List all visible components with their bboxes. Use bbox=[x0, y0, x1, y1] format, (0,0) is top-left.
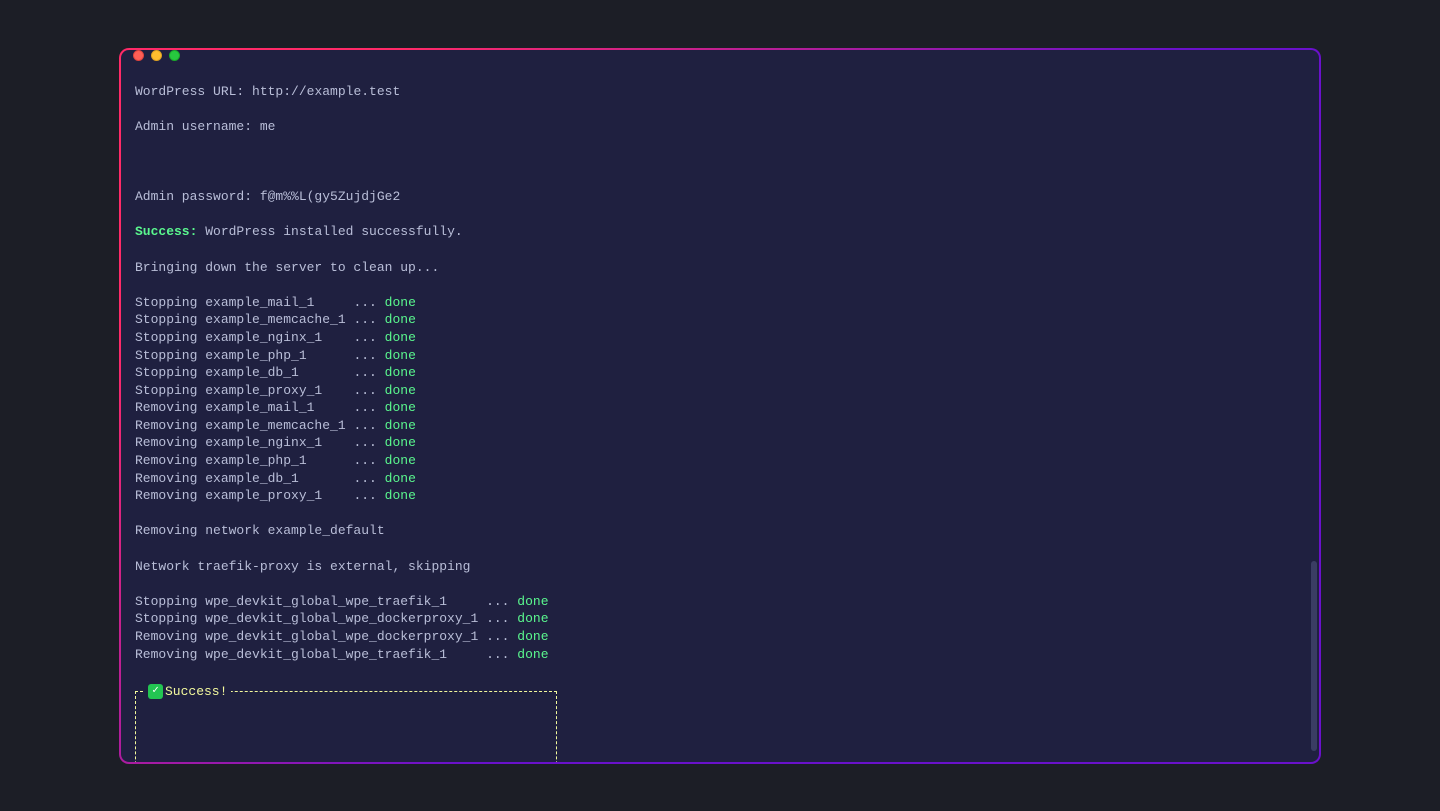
container-op-line: Stopping example_nginx_1 ... done bbox=[135, 329, 1305, 347]
output-line: Bringing down the server to clean up... bbox=[135, 259, 1305, 277]
check-icon: ✓ bbox=[148, 684, 163, 699]
output-line bbox=[135, 153, 1305, 171]
output-line: Network traefik-proxy is external, skipp… bbox=[135, 558, 1305, 576]
container-op-line: Removing example_proxy_1 ... done bbox=[135, 487, 1305, 505]
wp-url-value: http://example.test bbox=[252, 84, 400, 99]
success-box-label: ✓Success! bbox=[144, 683, 231, 701]
container-op-line: Stopping example_memcache_1 ... done bbox=[135, 311, 1305, 329]
success-box: ✓Success! Run cd example then wpe start … bbox=[135, 691, 557, 764]
success-box-title: Success! bbox=[165, 683, 227, 701]
status-done: done bbox=[385, 365, 416, 380]
container-op-line: Removing example_memcache_1 ... done bbox=[135, 417, 1305, 435]
container-op-line: Stopping example_db_1 ... done bbox=[135, 364, 1305, 382]
admin-user-value: me bbox=[260, 119, 276, 134]
container-op-line: Removing example_php_1 ... done bbox=[135, 452, 1305, 470]
window-minimize-button[interactable] bbox=[151, 50, 162, 61]
status-done: done bbox=[385, 471, 416, 486]
status-done: done bbox=[517, 611, 548, 626]
scrollbar[interactable] bbox=[1311, 561, 1317, 751]
status-done: done bbox=[385, 435, 416, 450]
terminal-window: WordPress URL: http://example.test Admin… bbox=[119, 48, 1321, 764]
status-done: done bbox=[385, 488, 416, 503]
output-line: Removing network example_default bbox=[135, 522, 1305, 540]
container-op-line: Removing example_mail_1 ... done bbox=[135, 399, 1305, 417]
status-done: done bbox=[385, 312, 416, 327]
output-line: Success: WordPress installed successfull… bbox=[135, 223, 1305, 241]
container-op-line: Stopping wpe_devkit_global_wpe_dockerpro… bbox=[135, 610, 1305, 628]
status-done: done bbox=[385, 383, 416, 398]
install-success-msg: WordPress installed successfully. bbox=[197, 224, 462, 239]
container-op-line: Removing wpe_devkit_global_wpe_traefik_1… bbox=[135, 646, 1305, 664]
container-op-line: Removing example_db_1 ... done bbox=[135, 470, 1305, 488]
container-op-line: Removing example_nginx_1 ... done bbox=[135, 434, 1305, 452]
status-done: done bbox=[385, 418, 416, 433]
window-titlebar bbox=[121, 50, 1319, 61]
status-done: done bbox=[517, 629, 548, 644]
terminal-body[interactable]: WordPress URL: http://example.test Admin… bbox=[121, 61, 1319, 764]
output-line: Admin password: f@m%%L(gy5ZujdjGe2 bbox=[135, 188, 1305, 206]
container-op-line: Stopping wpe_devkit_global_wpe_traefik_1… bbox=[135, 593, 1305, 611]
container-op-line: Removing wpe_devkit_global_wpe_dockerpro… bbox=[135, 628, 1305, 646]
status-done: done bbox=[517, 594, 548, 609]
status-done: done bbox=[385, 453, 416, 468]
output-line: WordPress URL: http://example.test bbox=[135, 83, 1305, 101]
admin-pass-label: Admin password: bbox=[135, 189, 260, 204]
status-done: done bbox=[385, 348, 416, 363]
output-line: Admin username: me bbox=[135, 118, 1305, 136]
admin-pass-value: f@m%%L(gy5ZujdjGe2 bbox=[260, 189, 400, 204]
status-done: done bbox=[385, 330, 416, 345]
container-op-line: Stopping example_proxy_1 ... done bbox=[135, 382, 1305, 400]
admin-user-label: Admin username: bbox=[135, 119, 260, 134]
container-op-line: Stopping example_mail_1 ... done bbox=[135, 294, 1305, 312]
window-close-button[interactable] bbox=[133, 50, 144, 61]
window-zoom-button[interactable] bbox=[169, 50, 180, 61]
wp-url-label: WordPress URL: bbox=[135, 84, 252, 99]
success-box-line1: Run cd example then wpe start bbox=[156, 763, 538, 764]
status-done: done bbox=[385, 295, 416, 310]
status-done: done bbox=[517, 647, 548, 662]
container-op-line: Stopping example_php_1 ... done bbox=[135, 347, 1305, 365]
install-success-label: Success: bbox=[135, 224, 197, 239]
status-done: done bbox=[385, 400, 416, 415]
